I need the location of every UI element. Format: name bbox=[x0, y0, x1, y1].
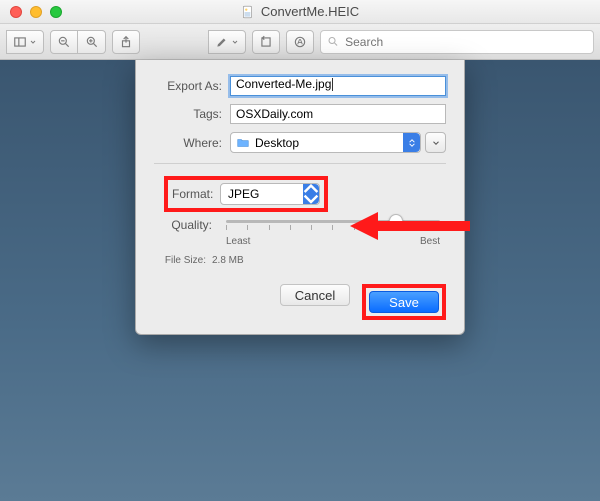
quality-min-label: Least bbox=[226, 236, 250, 247]
export-as-field[interactable]: Converted-Me.jpg bbox=[230, 76, 446, 96]
updown-arrows-icon bbox=[303, 184, 319, 204]
where-popup[interactable]: Desktop bbox=[230, 132, 421, 153]
window-title: ConvertMe.HEIC bbox=[261, 4, 359, 19]
document-icon bbox=[241, 5, 255, 19]
format-highlight: Format: JPEG bbox=[164, 176, 328, 212]
quality-label: Quality: bbox=[164, 218, 220, 232]
zoom-out-button[interactable] bbox=[50, 30, 78, 54]
tags-label: Tags: bbox=[154, 107, 230, 121]
search-field[interactable] bbox=[320, 30, 594, 54]
updown-arrows-icon bbox=[403, 133, 420, 152]
export-as-value: Converted-Me.jpg bbox=[236, 77, 331, 91]
toolbar bbox=[0, 24, 600, 60]
document-viewport: Export As: Converted-Me.jpg Tags: Where:… bbox=[0, 60, 600, 501]
text-caret bbox=[332, 78, 333, 91]
divider bbox=[154, 163, 446, 164]
sidebar-toggle-button[interactable] bbox=[6, 30, 44, 54]
export-sheet: Export As: Converted-Me.jpg Tags: Where:… bbox=[135, 60, 465, 335]
export-as-label: Export As: bbox=[154, 79, 230, 93]
tags-field[interactable] bbox=[230, 104, 446, 124]
search-icon bbox=[327, 35, 339, 48]
zoom-in-button[interactable] bbox=[78, 30, 106, 54]
filesize-label: File Size: bbox=[164, 255, 212, 266]
where-label: Where: bbox=[154, 136, 230, 150]
zoom-window-button[interactable] bbox=[50, 6, 62, 18]
where-value: Desktop bbox=[255, 136, 299, 150]
annotate-button[interactable] bbox=[286, 30, 314, 54]
cancel-button[interactable]: Cancel bbox=[280, 284, 350, 306]
share-button[interactable] bbox=[112, 30, 140, 54]
close-window-button[interactable] bbox=[10, 6, 22, 18]
folder-icon bbox=[236, 136, 250, 150]
expand-disclosure-button[interactable] bbox=[425, 132, 446, 153]
quality-max-label: Best bbox=[420, 236, 440, 247]
markup-button[interactable] bbox=[208, 30, 246, 54]
search-input[interactable] bbox=[345, 35, 587, 49]
rotate-button[interactable] bbox=[252, 30, 280, 54]
titlebar: ConvertMe.HEIC bbox=[0, 0, 600, 24]
quality-slider[interactable] bbox=[220, 220, 446, 230]
minimize-window-button[interactable] bbox=[30, 6, 42, 18]
format-label: Format: bbox=[172, 187, 220, 201]
save-button[interactable]: Save bbox=[369, 291, 439, 313]
format-popup[interactable]: JPEG bbox=[220, 183, 320, 205]
save-highlight: Save bbox=[362, 284, 446, 320]
format-value: JPEG bbox=[228, 187, 259, 201]
filesize-value: 2.8 MB bbox=[212, 255, 244, 266]
